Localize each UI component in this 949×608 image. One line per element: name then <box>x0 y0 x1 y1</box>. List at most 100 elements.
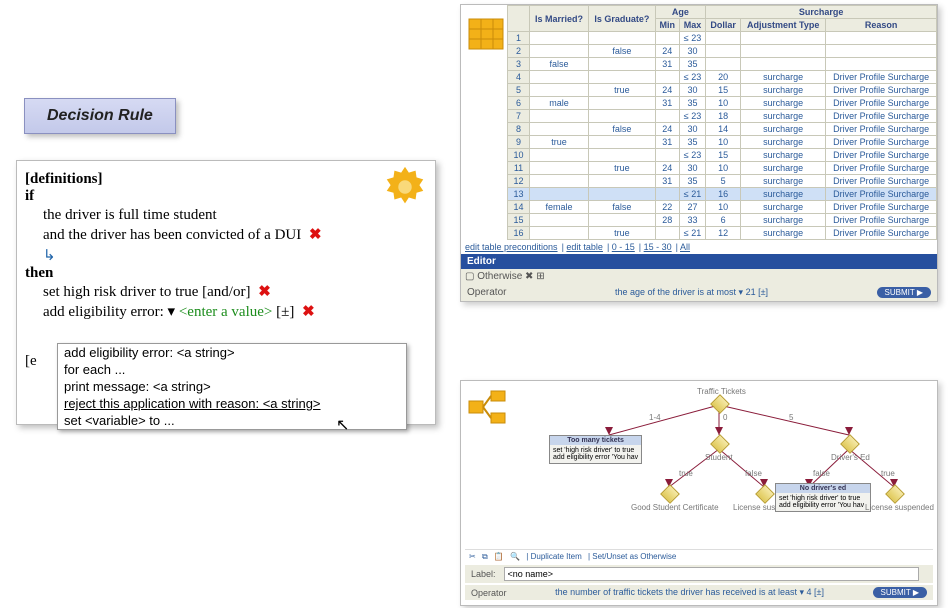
th-adjtype[interactable]: Adjustment Type <box>741 19 826 32</box>
table-row[interactable]: 1528336surchargeDriver Profile Surcharge <box>508 214 937 227</box>
table-row[interactable]: 6male313510surchargeDriver Profile Surch… <box>508 97 937 110</box>
dd-item-3[interactable]: reject this application with reason: <a … <box>58 395 406 412</box>
tb-paste-icon[interactable]: 📋 <box>494 552 504 561</box>
cell-grad[interactable] <box>589 97 656 110</box>
cell-max[interactable]: ≤ 23 <box>679 149 705 162</box>
cell-grad[interactable]: false <box>589 201 656 214</box>
cell-min[interactable] <box>655 71 679 84</box>
cell-grad[interactable]: false <box>589 123 656 136</box>
cell-dollar[interactable]: 16 <box>706 188 741 201</box>
cell-max[interactable]: 27 <box>679 201 705 214</box>
cell-max[interactable]: 35 <box>679 58 705 71</box>
cell-grad[interactable] <box>589 214 656 227</box>
link-range-0-15[interactable]: 0 - 15 <box>612 242 635 252</box>
too-many-tickets-box[interactable]: Too many tickets set 'high risk driver' … <box>549 435 642 464</box>
link-range-all[interactable]: All <box>680 242 690 252</box>
cell-adj[interactable]: surcharge <box>741 110 826 123</box>
cell-grad[interactable] <box>589 58 656 71</box>
cell-reason[interactable]: Driver Profile Surcharge <box>826 71 937 84</box>
cell-max[interactable]: ≤ 21 <box>679 227 705 240</box>
cell-adj[interactable]: surcharge <box>741 162 826 175</box>
cell-adj[interactable]: surcharge <box>741 201 826 214</box>
rule-act-2-placeholder[interactable]: <enter a value> <box>179 304 273 320</box>
cell-max[interactable]: 35 <box>679 175 705 188</box>
cell-reason[interactable]: Driver Profile Surcharge <box>826 162 937 175</box>
cell-adj[interactable]: surcharge <box>741 188 826 201</box>
table-row[interactable]: 7≤ 2318surchargeDriver Profile Surcharge <box>508 110 937 123</box>
cell-dollar[interactable]: 18 <box>706 110 741 123</box>
rule-cond-2[interactable]: and the driver has been convicted of a D… <box>43 225 427 245</box>
cell-max[interactable]: ≤ 21 <box>679 188 705 201</box>
cell-grad[interactable] <box>589 188 656 201</box>
cell-min[interactable]: 31 <box>655 58 679 71</box>
table-row[interactable]: 3false3135 <box>508 58 937 71</box>
cell-dollar[interactable]: 5 <box>706 175 741 188</box>
cell-min[interactable]: 24 <box>655 84 679 97</box>
cell-adj[interactable]: surcharge <box>741 227 826 240</box>
tree-op-text[interactable]: the number of traffic tickets the driver… <box>507 587 873 598</box>
cell-adj[interactable] <box>741 58 826 71</box>
cell-min[interactable]: 31 <box>655 97 679 110</box>
cell-min[interactable] <box>655 149 679 162</box>
cell-min[interactable] <box>655 188 679 201</box>
dd-item-1[interactable]: for each ... <box>58 361 406 378</box>
tb-cut-icon[interactable]: ✂ <box>469 552 476 561</box>
cell-married[interactable] <box>530 162 589 175</box>
rule-act-1[interactable]: set high risk driver to true [and/or] ✖ <box>43 282 427 302</box>
remove-act2-icon[interactable]: ✖ <box>302 304 315 320</box>
cell-max[interactable]: ≤ 23 <box>679 110 705 123</box>
cell-min[interactable]: 31 <box>655 175 679 188</box>
dd-item-4[interactable]: set <variable> to ... <box>58 412 406 429</box>
cell-max[interactable]: 33 <box>679 214 705 227</box>
no-drivers-ed-box[interactable]: No driver's ed set 'high risk driver' to… <box>775 483 871 512</box>
cell-min[interactable]: 22 <box>655 201 679 214</box>
cell-grad[interactable] <box>589 175 656 188</box>
th-graduate[interactable]: Is Graduate? <box>589 6 656 32</box>
cell-grad[interactable] <box>589 136 656 149</box>
cell-dollar[interactable] <box>706 45 741 58</box>
cell-reason[interactable] <box>826 58 937 71</box>
tree-canvas[interactable]: Traffic Tickets 1-4 0 5 Too many tickets… <box>509 387 933 543</box>
cell-dollar[interactable]: 10 <box>706 97 741 110</box>
link-edit-table[interactable]: edit table <box>566 242 603 252</box>
cell-max[interactable]: 30 <box>679 45 705 58</box>
th-married[interactable]: Is Married? <box>530 6 589 32</box>
cell-dollar[interactable]: 10 <box>706 162 741 175</box>
cell-grad[interactable]: true <box>589 84 656 97</box>
cell-reason[interactable]: Driver Profile Surcharge <box>826 201 937 214</box>
rule-cond-1[interactable]: the driver is full time student <box>43 205 427 225</box>
cell-grad[interactable]: true <box>589 227 656 240</box>
cell-grad[interactable]: true <box>589 162 656 175</box>
cell-reason[interactable]: Driver Profile Surcharge <box>826 188 937 201</box>
th-reason[interactable]: Reason <box>826 19 937 32</box>
tree-label-input[interactable] <box>504 567 919 581</box>
th-age[interactable]: Age <box>655 6 705 19</box>
toolbar-new-icon[interactable]: ▢ <box>465 271 474 282</box>
cell-min[interactable]: 24 <box>655 162 679 175</box>
cell-min[interactable]: 31 <box>655 136 679 149</box>
tb-setunset[interactable]: Set/Unset as Otherwise <box>592 552 676 561</box>
cell-adj[interactable]: surcharge <box>741 214 826 227</box>
operator-text[interactable]: the age of the driver is at most ▾ 21 [±… <box>506 287 876 298</box>
tb-dup[interactable]: Duplicate Item <box>531 552 582 561</box>
cell-min[interactable] <box>655 32 679 45</box>
table-row[interactable]: 5true243015surchargeDriver Profile Surch… <box>508 84 937 97</box>
cell-married[interactable] <box>530 188 589 201</box>
cell-min[interactable]: 24 <box>655 123 679 136</box>
cell-married[interactable] <box>530 123 589 136</box>
table-row[interactable]: 14femalefalse222710surchargeDriver Profi… <box>508 201 937 214</box>
cell-adj[interactable]: surcharge <box>741 123 826 136</box>
cell-married[interactable] <box>530 214 589 227</box>
th-max[interactable]: Max <box>679 19 705 32</box>
cell-adj[interactable] <box>741 45 826 58</box>
cell-grad[interactable] <box>589 110 656 123</box>
table-row[interactable]: 9true313510surchargeDriver Profile Surch… <box>508 136 937 149</box>
table-row[interactable]: 4≤ 2320surchargeDriver Profile Surcharge <box>508 71 937 84</box>
cell-min[interactable] <box>655 110 679 123</box>
table-row[interactable]: 8false243014surchargeDriver Profile Surc… <box>508 123 937 136</box>
table-toolbar[interactable]: ▢ Otherwise ✖ ⊞ <box>461 269 937 284</box>
cell-min[interactable]: 28 <box>655 214 679 227</box>
tb-copy-icon[interactable]: ⧉ <box>482 552 488 561</box>
table-row[interactable]: 16true≤ 2112surchargeDriver Profile Surc… <box>508 227 937 240</box>
cell-married[interactable] <box>530 110 589 123</box>
